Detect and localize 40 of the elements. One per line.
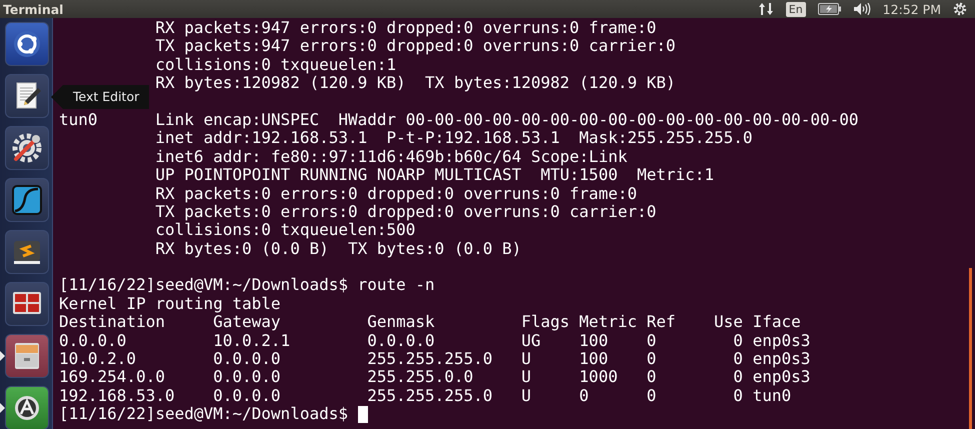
terminal-line: 192.168.53.0 0.0.0.0 255.255.255.0 U 0 0 0 tun0 bbox=[59, 386, 792, 406]
circle-logo-icon bbox=[11, 28, 43, 60]
terminal-line: [11/16/22]seed@VM:~/Downloads$ bbox=[59, 405, 348, 424]
scrollbar-thumb[interactable] bbox=[969, 268, 972, 429]
launcher-button[interactable] bbox=[5, 126, 49, 170]
gear-wrench-icon bbox=[11, 132, 43, 164]
volume-icon[interactable] bbox=[854, 3, 871, 15]
terminal-line: Destination Gateway Genmask Flags Metric Ref Use Iface bbox=[59, 313, 801, 332]
terminal-line: UP POINTOPOINT RUNNING NOARP MULTICAST MTU:1500 Metric:1 bbox=[154, 166, 714, 185]
network-arrows-icon[interactable] bbox=[758, 2, 774, 16]
tooltip: Text Editor bbox=[51, 85, 150, 109]
clock[interactable]: 12:52 PM bbox=[882, 2, 941, 16]
fin-icon bbox=[11, 184, 43, 216]
terminal-line: 0.0.0.0 10.0.2.1 0.0.0.0 UG 100 0 0 enp0s3 bbox=[59, 332, 810, 350]
terminal-line: collisions:0 txqueuelen:1 bbox=[154, 56, 396, 74]
launcher-button[interactable] bbox=[5, 230, 49, 274]
terminal-line: Kernel IP routing table bbox=[59, 294, 281, 314]
launcher-button[interactable] bbox=[5, 334, 49, 378]
launcher-button[interactable] bbox=[5, 178, 49, 222]
terminal-line: 169.254.0.0 0.0.0.0 255.255.0.0 U 1000 0 0 enp0s3 bbox=[59, 368, 810, 387]
terminal-line: RX packets:0 errors:0 dropped:0 overruns:0 frame:0 bbox=[154, 184, 637, 203]
terminal-line: 10.0.2.0 0.0.0.0 255.255.255.0 U 100 0 0 enp0s3 bbox=[59, 350, 810, 368]
window-title: Terminal bbox=[2, 2, 64, 16]
terminal-line: inet addr:192.168.53.1 P-t-P:192.168.53.1 Mask:255.255.255.0 bbox=[154, 129, 753, 148]
keyboard-layout-indicator[interactable]: En bbox=[786, 2, 806, 16]
power-gear-icon[interactable] bbox=[953, 2, 967, 16]
terminal-line: inet6 addr: fe80::97:11d6:469b:b60c/64 Scope:Link bbox=[154, 148, 628, 166]
launcher-button[interactable] bbox=[5, 22, 49, 66]
terminal-line: [11/16/22]seed@VM:~/Downloads$ route -n bbox=[59, 276, 435, 295]
terminal-line: RX bytes:0 (0.0 B) TX bytes:0 (0.0 B) bbox=[154, 240, 522, 258]
terminal-line: TX packets:0 errors:0 dropped:0 overruns:0 carrier:0 bbox=[154, 202, 656, 222]
launcher-button[interactable] bbox=[5, 282, 49, 326]
launcher-button[interactable] bbox=[5, 74, 49, 118]
terminal-line: RX bytes:120982 (120.9 KB) TX bytes:120982 (120.9 KB) bbox=[154, 74, 676, 93]
battery-icon[interactable] bbox=[818, 3, 842, 15]
terminal-line: RX packets:947 errors:0 dropped:0 overruns:0 frame:0 bbox=[154, 19, 656, 38]
terminal-line: tun0 Link encap:UNSPEC HWaddr 00-00-00-00-00-00-00-00-00-00-00-00-00-00-00-00 bbox=[59, 110, 859, 130]
terminal-line: TX packets:947 errors:0 dropped:0 overruns:0 carrier:0 bbox=[154, 37, 676, 56]
launcher-button[interactable] bbox=[5, 386, 49, 429]
terminal-line: collisions:0 txqueuelen:500 bbox=[154, 221, 416, 240]
